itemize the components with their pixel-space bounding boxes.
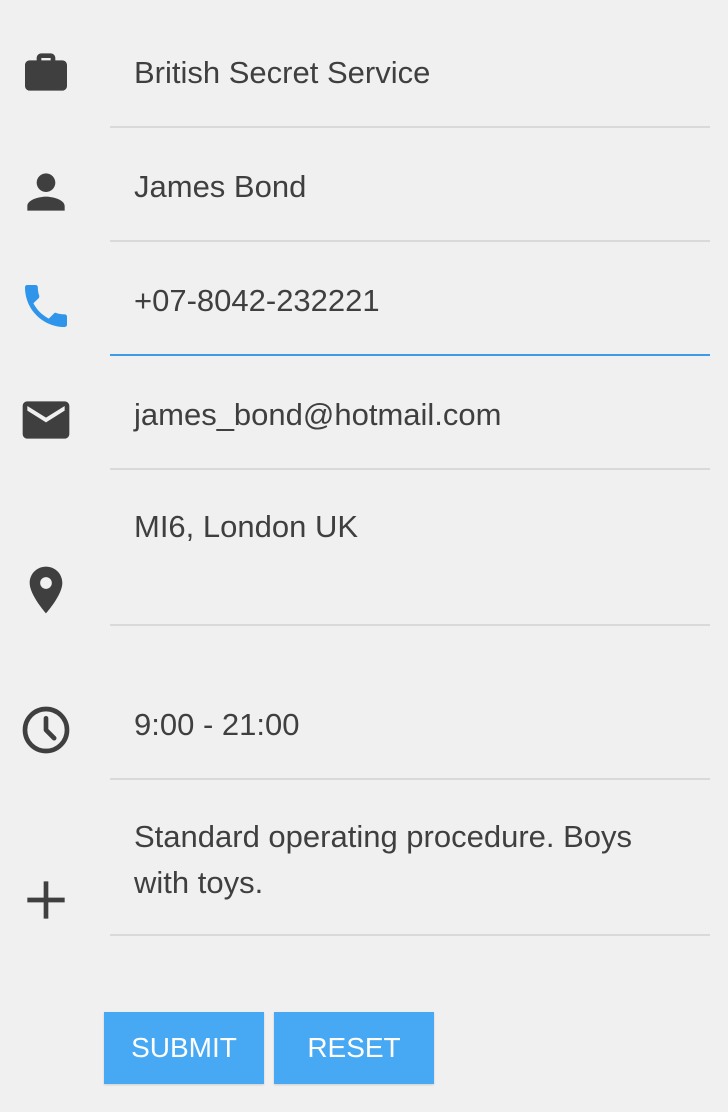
name-value: James Bond <box>134 169 307 204</box>
hours-row: 9:00 - 21:00 <box>0 626 728 780</box>
form-actions: SUBMIT RESET <box>104 1012 434 1084</box>
plus-icon <box>18 872 74 928</box>
phone-field[interactable]: +07-8042-232221 <box>110 242 710 356</box>
phone-value: +07-8042-232221 <box>134 283 380 318</box>
address-value: MI6, London UK <box>134 509 359 544</box>
location-pin-icon <box>18 562 74 618</box>
notes-value: Standard operating procedure. Boys with … <box>134 819 641 900</box>
organization-row: British Secret Service <box>0 0 728 128</box>
briefcase-icon <box>18 44 74 100</box>
address-row: MI6, London UK <box>0 470 728 626</box>
mail-icon <box>18 392 74 448</box>
email-row: james_bond@hotmail.com <box>0 356 728 470</box>
name-field[interactable]: James Bond <box>110 128 710 242</box>
name-row: James Bond <box>0 128 728 242</box>
clock-icon <box>18 702 74 758</box>
phone-icon <box>18 278 74 334</box>
email-value: james_bond@hotmail.com <box>134 397 502 432</box>
reset-button[interactable]: RESET <box>274 1012 434 1084</box>
phone-row: +07-8042-232221 <box>0 242 728 356</box>
address-field[interactable]: MI6, London UK <box>110 470 710 626</box>
organization-value: British Secret Service <box>134 55 431 90</box>
notes-row: Standard operating procedure. Boys with … <box>0 780 728 936</box>
hours-value: 9:00 - 21:00 <box>134 707 300 742</box>
email-field[interactable]: james_bond@hotmail.com <box>110 356 710 470</box>
notes-field[interactable]: Standard operating procedure. Boys with … <box>110 780 710 936</box>
person-icon <box>18 164 74 220</box>
organization-field[interactable]: British Secret Service <box>110 0 710 128</box>
hours-field[interactable]: 9:00 - 21:00 <box>110 626 710 780</box>
submit-button[interactable]: SUBMIT <box>104 1012 264 1084</box>
